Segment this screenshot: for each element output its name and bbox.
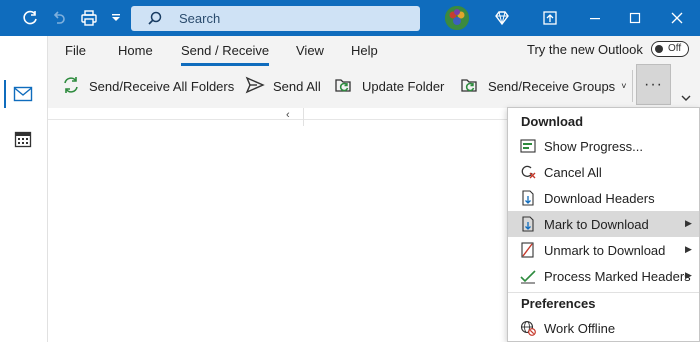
menu-header-preferences: Preferences bbox=[521, 296, 596, 311]
tab-file[interactable]: File bbox=[65, 43, 86, 58]
menu-label-download-headers: Download Headers bbox=[544, 191, 655, 206]
send-receive-groups-icon bbox=[460, 75, 488, 98]
close-icon[interactable] bbox=[667, 8, 687, 28]
submenu-arrow-icon: ▶ bbox=[685, 244, 692, 254]
more-commands-menu: Download Show Progress... Cancel All Dow… bbox=[507, 107, 700, 342]
premium-diamond-icon[interactable] bbox=[492, 8, 512, 28]
customize-toolbar-icon[interactable] bbox=[106, 8, 126, 28]
title-bar: Search bbox=[0, 0, 700, 36]
popout-icon[interactable] bbox=[540, 8, 560, 28]
send-receive-all-folders-button[interactable]: Send/Receive All Folders bbox=[61, 76, 234, 96]
send-receive-groups-label: Send/Receive Groups bbox=[488, 78, 616, 94]
menu-label-mark-to-download: Mark to Download bbox=[544, 217, 649, 232]
update-folder-icon bbox=[334, 75, 362, 98]
more-commands-button[interactable]: ··· bbox=[636, 64, 671, 105]
menu-item-process-marked-headers[interactable]: Process Marked Headers ▶ bbox=[508, 263, 699, 289]
tab-view[interactable]: View bbox=[296, 43, 324, 58]
menu-label-show-progress: Show Progress... bbox=[544, 139, 643, 154]
avatar[interactable] bbox=[445, 6, 469, 30]
try-new-outlook-label: Try the new Outlook bbox=[527, 42, 643, 57]
search-box[interactable]: Search bbox=[131, 6, 420, 31]
mark-download-icon bbox=[520, 216, 536, 232]
chevron-down-icon: ˅ bbox=[621, 81, 627, 91]
restore-icon[interactable] bbox=[625, 8, 645, 28]
menu-item-cancel-all[interactable]: Cancel All bbox=[508, 159, 699, 185]
left-rail bbox=[0, 36, 48, 342]
menu-label-process-marked-headers: Process Marked Headers bbox=[544, 269, 691, 284]
progress-icon bbox=[520, 138, 536, 154]
tab-home[interactable]: Home bbox=[118, 43, 153, 58]
refresh-icon[interactable] bbox=[20, 8, 40, 28]
ribbon-divider bbox=[632, 70, 633, 102]
more-icon: ··· bbox=[644, 75, 663, 93]
pane-divider bbox=[303, 108, 304, 126]
tab-help[interactable]: Help bbox=[351, 43, 378, 58]
send-receive-groups-button[interactable]: Send/Receive Groups ˅ bbox=[460, 76, 626, 96]
menu-separator bbox=[508, 292, 699, 293]
print-icon[interactable] bbox=[79, 8, 99, 28]
update-folder-label: Update Folder bbox=[362, 78, 445, 94]
send-all-button[interactable]: Send All bbox=[245, 76, 321, 96]
process-headers-icon bbox=[520, 268, 536, 284]
minimize-icon[interactable] bbox=[585, 8, 605, 28]
mail-icon[interactable] bbox=[13, 85, 33, 106]
menu-label-work-offline: Work Offline bbox=[544, 321, 616, 336]
search-placeholder: Search bbox=[179, 11, 221, 26]
menu-label-cancel-all: Cancel All bbox=[544, 165, 602, 180]
calendar-icon[interactable] bbox=[14, 130, 32, 151]
undo-icon[interactable] bbox=[50, 8, 70, 28]
menu-item-unmark-to-download[interactable]: Unmark to Download ▶ bbox=[508, 237, 699, 263]
rail-active-indicator bbox=[4, 80, 6, 108]
unmark-download-icon bbox=[520, 242, 536, 258]
update-folder-button[interactable]: Update Folder bbox=[334, 76, 444, 96]
ribbon-collapse-chevron-icon[interactable] bbox=[680, 92, 692, 107]
submenu-arrow-icon: ▶ bbox=[685, 218, 692, 228]
active-tab-indicator bbox=[181, 63, 269, 66]
sync-icon bbox=[61, 75, 89, 98]
search-icon bbox=[147, 10, 163, 26]
submenu-arrow-icon: ▶ bbox=[685, 270, 692, 280]
send-icon bbox=[245, 75, 273, 98]
cancel-all-icon bbox=[520, 164, 536, 180]
toggle-knob bbox=[655, 45, 663, 53]
toggle-state-label: Off bbox=[668, 43, 682, 54]
menu-item-mark-to-download[interactable]: Mark to Download ▶ bbox=[508, 211, 699, 237]
download-headers-icon bbox=[520, 190, 536, 206]
send-receive-all-folders-label: Send/Receive All Folders bbox=[89, 78, 235, 94]
new-outlook-toggle[interactable]: Off bbox=[651, 41, 689, 57]
menu-item-work-offline[interactable]: Work Offline bbox=[508, 315, 699, 341]
work-offline-icon bbox=[520, 320, 536, 336]
menu-label-unmark-to-download: Unmark to Download bbox=[544, 243, 666, 258]
collapse-pane-icon[interactable]: ‹ bbox=[286, 109, 290, 121]
folder-pane-header bbox=[48, 108, 508, 120]
menu-item-show-progress[interactable]: Show Progress... bbox=[508, 133, 699, 159]
menu-header-download: Download bbox=[521, 114, 584, 129]
menu-item-download-headers[interactable]: Download Headers bbox=[508, 185, 699, 211]
tab-send-receive[interactable]: Send / Receive bbox=[181, 43, 269, 58]
send-all-label: Send All bbox=[273, 78, 321, 94]
